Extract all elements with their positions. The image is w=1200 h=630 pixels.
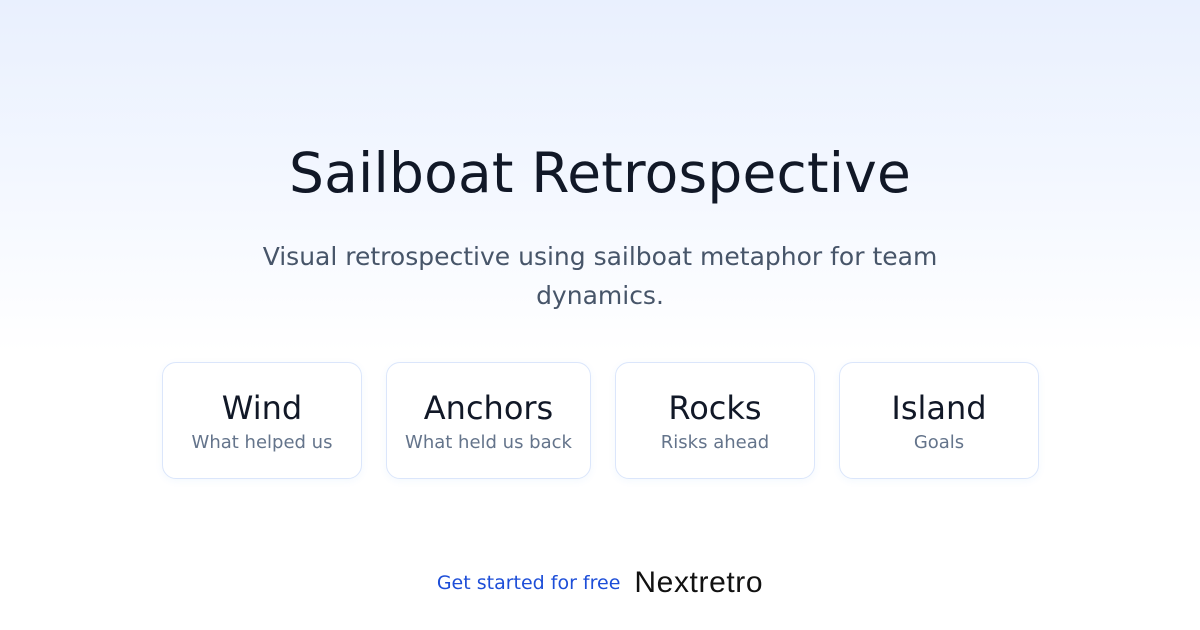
- page-title: Sailboat Retrospective: [289, 141, 911, 205]
- category-card-title: Anchors: [423, 389, 554, 427]
- retro-category-cards: Wind What helped us Anchors What held us…: [162, 362, 1039, 481]
- category-card-wind: Wind What helped us: [162, 362, 362, 479]
- social-card: Sailboat Retrospective Visual retrospect…: [0, 0, 1200, 630]
- category-card-island: Island Goals: [839, 362, 1039, 479]
- category-card-description: Risks ahead: [660, 432, 770, 453]
- get-started-link[interactable]: Get started for free: [437, 572, 621, 594]
- page-subtitle: Visual retrospective using sailboat meta…: [262, 242, 938, 310]
- brand-logo: Nextretro: [634, 566, 764, 599]
- category-card-title: Wind: [221, 389, 303, 427]
- category-card-description: What helped us: [191, 432, 333, 453]
- category-card-title: Island: [891, 389, 987, 427]
- category-card-anchors: Anchors What held us back: [386, 362, 591, 479]
- category-card-title: Rocks: [668, 389, 762, 427]
- footer: Get started for free Nextretro: [0, 563, 1200, 603]
- category-card-description: Goals: [913, 432, 965, 453]
- category-card-description: What held us back: [405, 432, 572, 453]
- category-card-rocks: Rocks Risks ahead: [615, 362, 815, 479]
